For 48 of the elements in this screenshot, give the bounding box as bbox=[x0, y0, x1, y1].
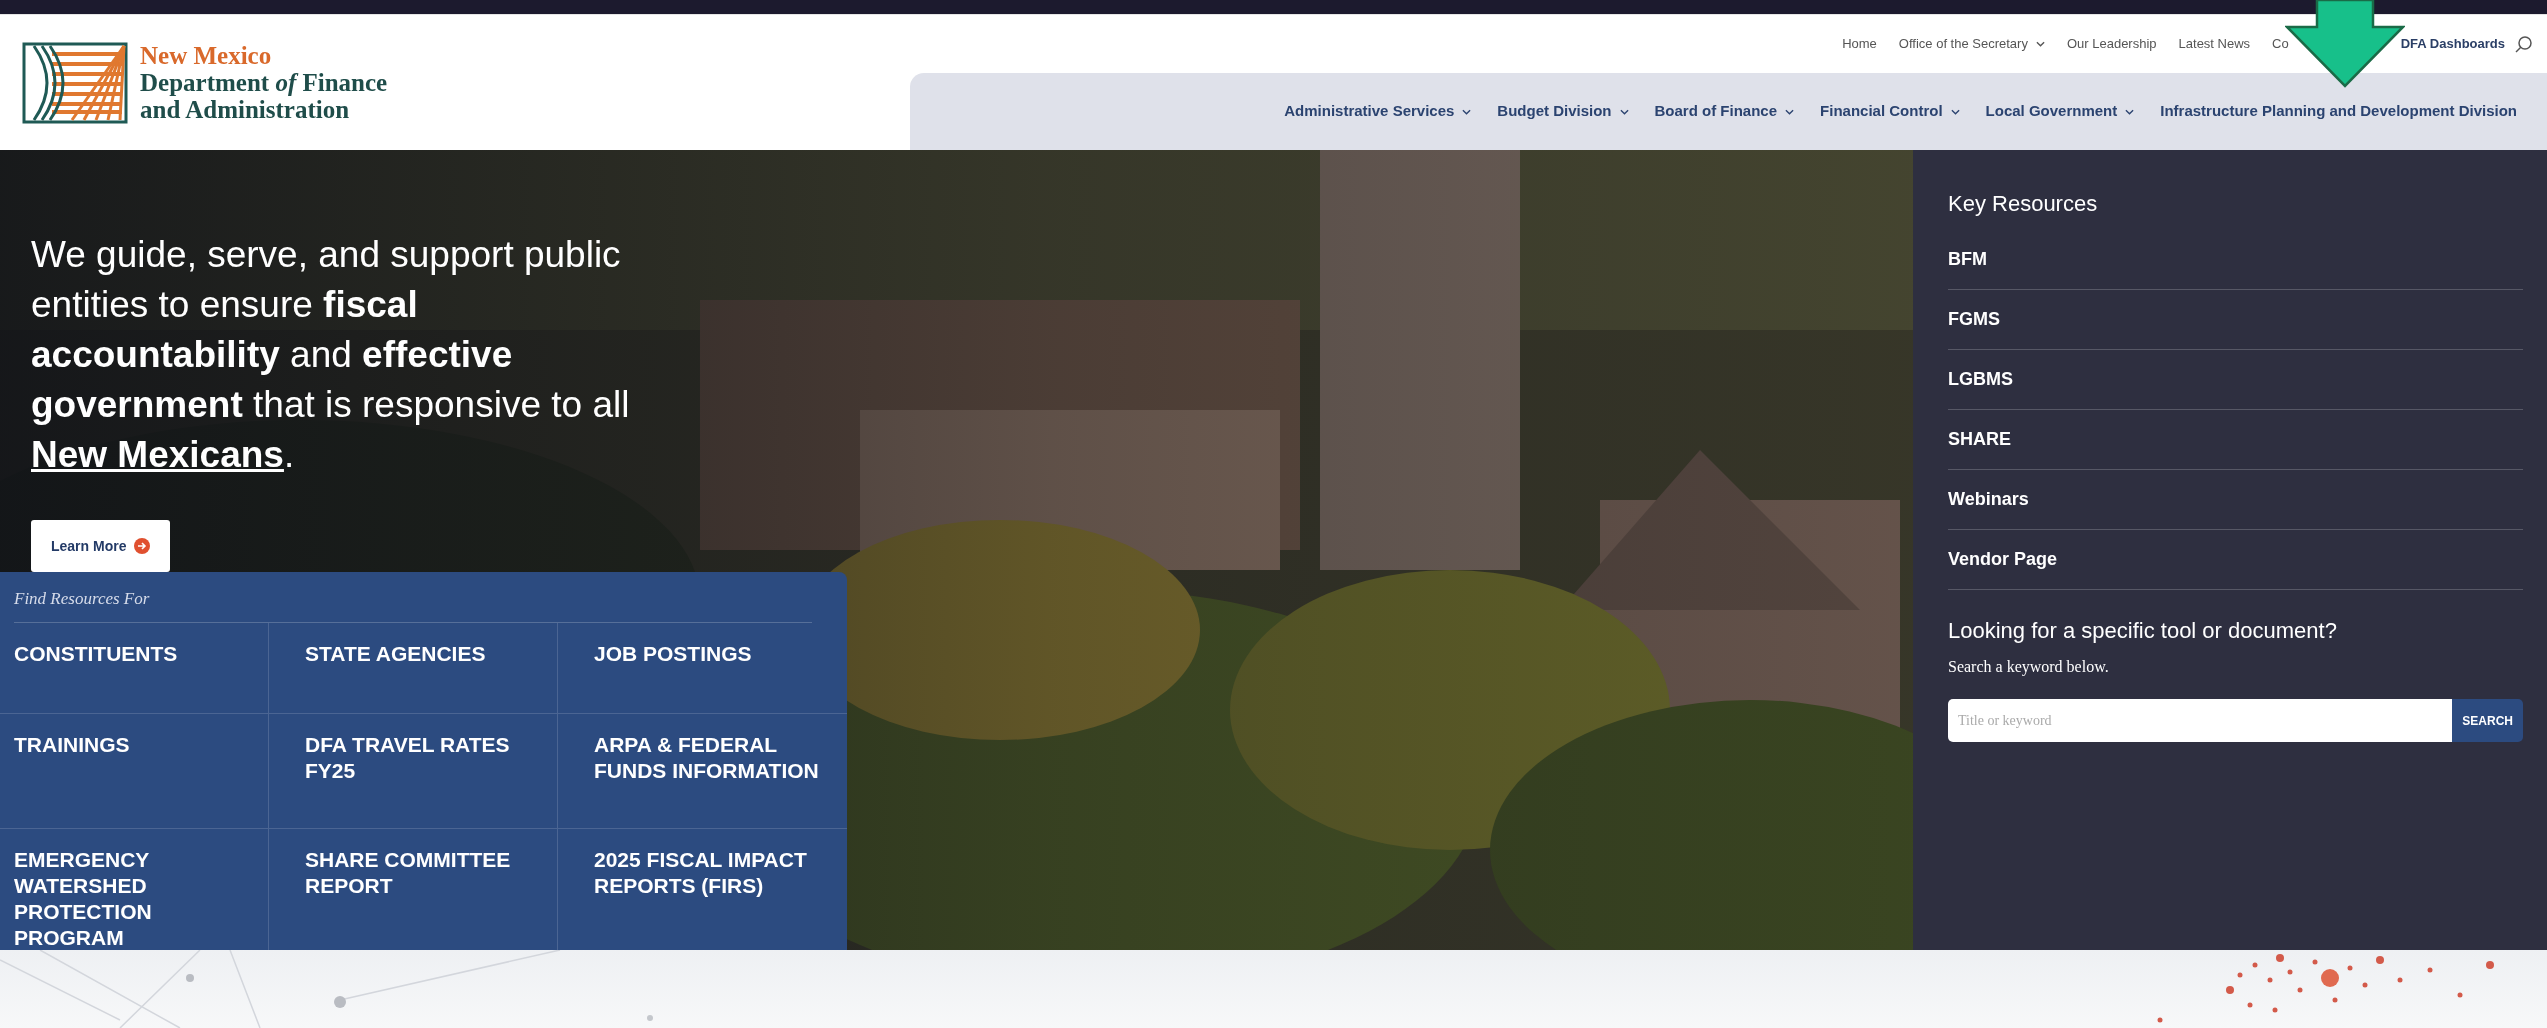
new-mexicans-link[interactable]: New Mexicans bbox=[31, 434, 284, 475]
key-resource-link[interactable]: Vendor Page bbox=[1948, 546, 2058, 573]
chevron-down-icon bbox=[1785, 108, 1795, 115]
nav-link[interactable]: Budget Division bbox=[1497, 100, 1629, 123]
learn-more-button[interactable]: Learn More bbox=[31, 520, 171, 572]
utility-link[interactable]: Co bbox=[2272, 34, 2289, 54]
nav-link[interactable]: Administrative Services bbox=[1284, 100, 1472, 123]
resource-link[interactable]: JOB POSTINGS bbox=[594, 640, 833, 667]
resource-link[interactable]: STATE AGENCIES bbox=[305, 640, 543, 667]
nav-link[interactable]: Local Government bbox=[1985, 100, 2135, 123]
resource-link[interactable]: CONSTITUENTS bbox=[14, 640, 254, 667]
resource-link[interactable]: TRAININGS bbox=[14, 731, 254, 758]
chevron-down-icon bbox=[2035, 41, 2045, 47]
utility-link[interactable]: Latest News bbox=[2178, 34, 2251, 54]
chevron-down-icon bbox=[1462, 108, 1472, 115]
resource-link[interactable]: ARPA & FEDERAL FUNDS INFORMATION bbox=[594, 731, 833, 784]
search-button[interactable]: SEARCH bbox=[2452, 699, 2523, 742]
keyword-search-field[interactable]: Title or keyword bbox=[1948, 699, 2453, 742]
arrow-right-icon bbox=[134, 538, 151, 554]
key-resource-link[interactable]: BFM bbox=[1948, 246, 1987, 273]
hero-headline: We guide, serve, and support public entities to ensure fiscal accountability and effective government that is responsive to all New Mexicans. bbox=[31, 233, 631, 477]
nav-link[interactable]: Financial Control bbox=[1820, 100, 1960, 123]
utility-link[interactable]: Home bbox=[1842, 34, 1877, 54]
find-resources-title: Find Resources For bbox=[14, 588, 151, 610]
logo-icon bbox=[22, 41, 128, 124]
chevron-down-icon bbox=[1950, 108, 1960, 115]
nav-link[interactable]: Infrastructure Planning and Development Division bbox=[2160, 100, 2517, 123]
resource-link[interactable]: 2025 FISCAL IMPACT REPORTS (FIRS) bbox=[594, 846, 833, 899]
utility-link[interactable]: DFA Dashboards bbox=[2400, 34, 2505, 54]
key-resource-link[interactable]: SHARE bbox=[1948, 426, 2011, 453]
logo-title: New Mexico bbox=[140, 42, 273, 69]
key-resource-link[interactable]: LGBMS bbox=[1948, 366, 2013, 393]
utility-link[interactable]: Office of the Secretary bbox=[1898, 34, 2045, 54]
key-resource-link[interactable]: Webinars bbox=[1948, 486, 2029, 513]
logo-subtitle: Department of Finance bbox=[140, 69, 388, 96]
resource-link[interactable]: SHARE COMMITTEE REPORT bbox=[305, 846, 543, 899]
search-icon[interactable] bbox=[2515, 35, 2533, 53]
search-title: Looking for a specific tool or document? bbox=[1948, 617, 2338, 645]
resource-link[interactable]: EMERGENCY WATERSHED PROTECTION PROGRAM bbox=[14, 846, 254, 951]
search-hint: Search a keyword below. bbox=[1948, 657, 2110, 678]
utility-link[interactable]: Our Leadership bbox=[2066, 34, 2157, 54]
logo-subtitle: and Administration bbox=[140, 96, 351, 123]
resource-link[interactable]: DFA TRAVEL RATES FY25 bbox=[305, 731, 543, 784]
chevron-down-icon bbox=[2125, 108, 2135, 115]
key-resource-link[interactable]: FGMS bbox=[1948, 306, 2000, 333]
nav-link[interactable]: Board of Finance bbox=[1654, 100, 1795, 123]
chevron-down-icon bbox=[1619, 108, 1629, 115]
key-resources-title: Key Resources bbox=[1948, 190, 2099, 218]
